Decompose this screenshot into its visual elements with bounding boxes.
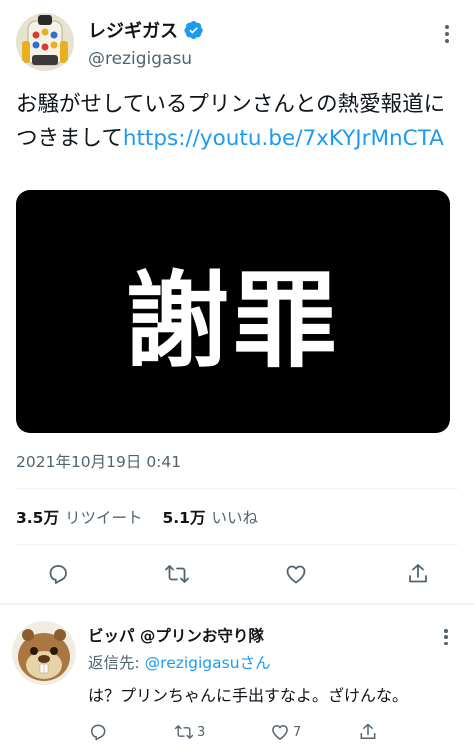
share-icon [360,723,376,739]
like-label[interactable]: いいね [211,506,258,528]
verified-badge-icon [184,21,203,40]
avatar[interactable] [12,621,76,685]
retweet-button[interactable]: 3 [174,720,205,744]
like-button[interactable]: 7 [270,720,301,744]
timestamp[interactable]: 2021年10月19日 0:41 [16,450,181,472]
retweet-count[interactable]: 3.5万 [16,506,59,528]
bidoof-avatar-icon [12,621,76,685]
engagement-stats: 3.5万 リツイート 5.1万 いいね [16,506,278,528]
replying-mention[interactable]: @rezigigasu [145,654,240,672]
share-button[interactable] [358,720,378,744]
divider [16,544,458,545]
divider [16,488,458,489]
like-count[interactable]: 5.1万 [162,506,205,528]
image-caption-text: 謝罪 [124,259,341,382]
tweet-image[interactable]: 謝罪 [16,190,450,433]
like-button[interactable] [280,558,312,590]
reply-icon [49,565,67,584]
like-icon [286,565,306,584]
share-button[interactable] [402,558,434,590]
reply-button[interactable] [42,558,74,590]
more-icon[interactable] [438,22,456,46]
reply-retweet-count: 3 [197,724,206,740]
retweet-button[interactable] [161,558,193,590]
tweet-link[interactable]: https://youtu.be/7xKYJrMnCTA [123,126,444,151]
retweet-icon [174,725,194,739]
like-icon [272,725,288,740]
retweet-label[interactable]: リツイート [65,506,143,528]
share-icon [409,564,427,583]
reply-actions: 3 7 [0,720,474,744]
replying-to: 返信先: @rezigigasuさん [88,651,271,673]
avatar[interactable] [16,13,74,71]
replying-suffix: さん [239,654,271,672]
reply-like-count: 7 [293,724,302,740]
divider [0,603,474,605]
tweet-text: お騒がせしているプリンさんとの熱愛報道につきましてhttps://youtu.b… [16,88,466,156]
more-icon[interactable] [438,627,454,647]
handle[interactable]: @rezigigasu [88,49,192,69]
reply-text: は？プリンちゃんに手出すなよ。ざけんな。 [88,686,409,705]
tweet-actions [0,558,474,590]
retweet-icon [165,565,189,583]
replying-prefix: 返信先: [88,654,145,672]
reply-display-name[interactable]: ビッパ @プリンお守り隊 [88,624,264,646]
reply-icon [91,724,106,741]
regigigas-avatar-icon [16,13,74,71]
display-name[interactable]: レジギガス [88,17,178,43]
reply-button[interactable] [88,720,108,744]
author-name-row: レジギガス [88,17,204,43]
